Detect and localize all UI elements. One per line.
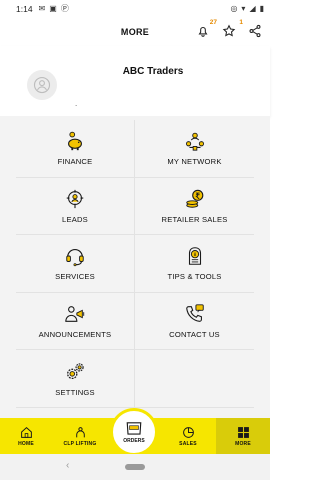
menu-item-leads[interactable]: LEADS [16,177,135,236]
nav-home[interactable]: HOME [4,418,48,454]
menu-item-retailer-sales[interactable]: RETAILER SALES [135,178,254,236]
app-notification-icon: Ⓟ [60,4,69,13]
cement-bag-icon [126,422,142,435]
home-pill-icon[interactable] [125,464,145,470]
menu-item-label: TIPS & TOOLS [167,272,222,282]
nav-more[interactable]: MORE [216,418,270,454]
menu-item-label: ANNOUNCEMENTS [38,330,112,340]
profile-name: ABC Traders [122,66,184,77]
nav-orders-label: ORDERS [123,438,145,444]
menu-item-label: RETAILER SALES [161,214,228,224]
menu-item-settings[interactable]: SETTINGS [16,350,135,408]
menu-item-label: SERVICES [55,272,95,282]
menu-item-announcements[interactable]: ANNOUNCEMENTS [16,292,135,351]
menu-area: FINANCE MY NETWORK LEADS RETAILER SALES … [0,116,270,418]
home-icon [20,426,32,438]
menu-item-label: LEADS [62,214,88,224]
back-chevron-icon[interactable]: ‹ [66,460,69,471]
menu-item-label: FINANCE [57,157,93,167]
menu-item-my-network[interactable]: MY NETWORK [135,120,254,178]
nav-orders[interactable]: ORDERS [110,408,158,456]
clp-lifting-icon [75,426,85,437]
leads-target-icon [66,189,84,209]
notifications-button[interactable]: 27 [194,19,217,40]
user-icon [33,76,51,94]
status-bar: 1:14 ✉ ▣ Ⓟ ◎ ▾ ◢ ▮ [0,0,270,18]
star-icon [222,24,236,37]
nav-sales[interactable]: SALES [166,418,210,454]
piggy-bank-icon [68,132,82,151]
grid-icon [237,426,249,438]
page-title: MORE [120,27,150,37]
bottom-nav: HOME CLP LIFTING ORDERS SALES MORE [0,408,270,456]
share-icon [249,24,261,38]
megaphone-person-icon [65,306,85,322]
share-button[interactable] [246,22,264,40]
phone-icon [185,304,204,322]
favorites-badge: 1 [239,19,243,26]
battery-icon: ▮ [259,4,264,13]
profile-subtitle: . [75,99,78,108]
headset-icon [66,249,84,267]
gears-icon [67,363,84,379]
menu-grid: FINANCE MY NETWORK LEADS RETAILER SALES … [16,120,254,408]
nav-clp-lifting-label: CLP LIFTING [63,440,97,447]
sales-chart-icon [182,426,194,438]
email-icon: ✉ [38,4,46,13]
menu-item-tips-tools[interactable]: TIPS & TOOLS [135,235,254,293]
menu-item-finance[interactable]: FINANCE [16,120,135,178]
nav-sales-label: SALES [179,440,197,447]
hotspot-icon: ◎ [230,4,238,13]
notifications-badge: 27 [209,19,217,26]
menu-item-services[interactable]: SERVICES [16,235,135,293]
signal-icon: ◢ [249,4,256,13]
favorites-button[interactable]: 1 [220,19,243,40]
network-icon [185,133,204,151]
menu-item-label: CONTACT US [169,330,220,340]
menu-item-empty [135,350,254,408]
rupee-coins-icon [185,189,203,208]
info-document-icon [188,247,201,266]
menu-item-label: SETTINGS [55,387,95,397]
app-header: MORE 27 1 [0,18,270,46]
status-time: 1:14 [16,4,33,14]
bell-icon [198,26,208,37]
menu-item-contact-us[interactable]: CONTACT US [135,293,254,351]
profile-card[interactable]: ABC Traders . [0,46,270,116]
wifi-icon: ▾ [241,4,246,13]
nav-more-label: MORE [235,440,251,447]
image-icon: ▣ [49,4,57,13]
system-nav-bar: ‹ [0,454,270,480]
menu-item-label: MY NETWORK [167,157,222,167]
nav-clp-lifting[interactable]: CLP LIFTING [54,418,106,454]
nav-home-label: HOME [18,440,34,447]
